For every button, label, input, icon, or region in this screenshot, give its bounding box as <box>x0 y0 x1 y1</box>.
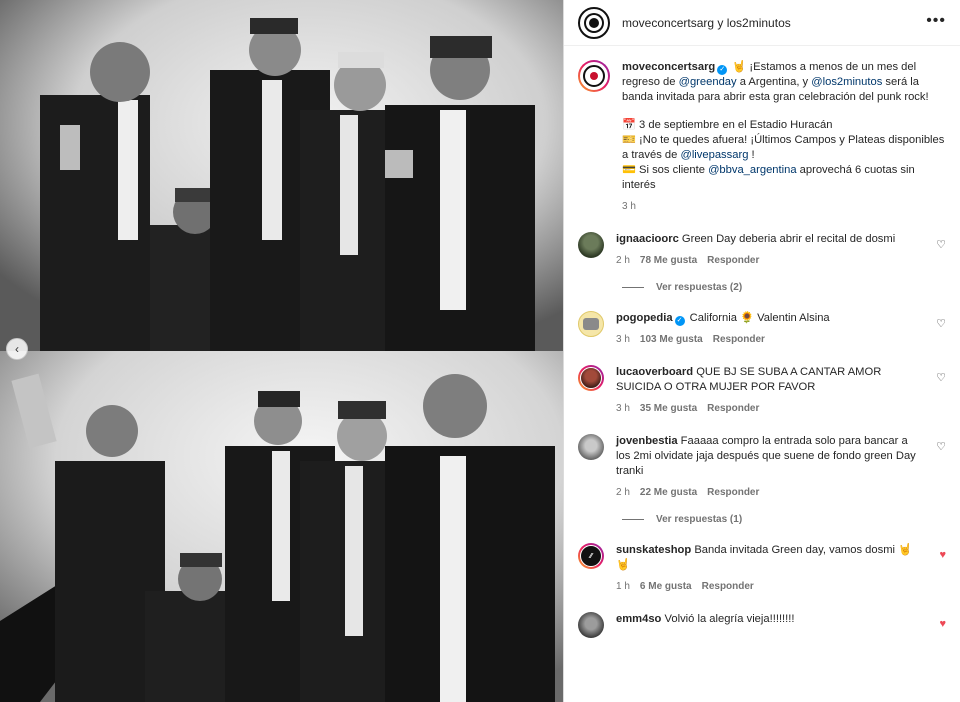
comment-likes[interactable]: 78 Me gusta <box>640 253 697 268</box>
reply-button[interactable]: Responder <box>702 579 754 594</box>
comment-avatar[interactable] <box>578 434 604 460</box>
view-replies-button[interactable]: Ver respuestas (1) <box>622 514 946 525</box>
comment-item: lucaoverboard QUE BJ SE SUBA A CANTAR AM… <box>578 365 946 416</box>
comment-item: ⁄⁄ sunskateshop Banda invitada Green day… <box>578 543 946 594</box>
sunskateshop-logo-icon: ⁄⁄ <box>580 545 602 567</box>
post-header: moveconcertsarg y los2minutos ••• <box>564 0 960 46</box>
heart-filled-icon[interactable]: ♥ <box>939 618 946 630</box>
replies-divider <box>622 519 644 520</box>
comment-username[interactable]: pogopedia <box>616 312 673 324</box>
band-photo-top <box>0 0 563 351</box>
heart-icon[interactable]: ♡ <box>936 371 946 384</box>
verified-badge-icon: ✓ <box>717 65 728 75</box>
comment-username[interactable]: emm4so <box>616 613 661 625</box>
comment-avatar[interactable] <box>578 311 604 337</box>
caption-tickets: 🎫 ¡No te quedes afuera! ¡Últimos Campos … <box>622 134 945 161</box>
comment-username[interactable]: ignaacioorc <box>616 233 679 245</box>
post-media[interactable]: ‹ <box>0 0 563 702</box>
comment-item: ignaacioorc Green Day deberia abrir el r… <box>578 232 946 268</box>
caption-bbva: 💳 Si sos cliente <box>622 164 709 176</box>
comment-time[interactable]: 3 h <box>616 332 630 347</box>
comment-text: Volvió la alegría vieja!!!!!!!! <box>664 613 795 625</box>
post-caption: moveconcertsarg ✓ 🤘 ¡Estamos a menos de u… <box>578 60 946 214</box>
author-names[interactable]: moveconcertsarg y los2minutos <box>622 16 791 30</box>
view-replies-label: Ver respuestas (2) <box>656 282 743 293</box>
heart-icon[interactable]: ♡ <box>936 238 946 251</box>
comment-username[interactable]: sunskateshop <box>616 544 691 556</box>
comment-time[interactable]: 1 h <box>616 579 630 594</box>
mention-bbva[interactable]: @bbva_argentina <box>708 164 797 176</box>
heart-icon[interactable]: ♡ <box>936 317 946 330</box>
heart-icon[interactable]: ♡ <box>936 440 946 453</box>
comments-list[interactable]: moveconcertsarg ✓ 🤘 ¡Estamos a menos de u… <box>564 46 960 702</box>
comment-likes[interactable]: 6 Me gusta <box>640 579 692 594</box>
heart-filled-icon[interactable]: ♥ <box>939 549 946 561</box>
reply-button[interactable]: Responder <box>713 332 765 347</box>
replies-divider <box>622 287 644 288</box>
band-photo-bottom <box>0 351 563 702</box>
comment-username[interactable]: lucaoverboard <box>616 366 693 378</box>
reply-button[interactable]: Responder <box>707 401 759 416</box>
caption-username[interactable]: moveconcertsarg <box>622 61 715 73</box>
caption-event: 📅 3 de septiembre en el Estadio Huracán <box>622 119 833 131</box>
view-replies-label: Ver respuestas (1) <box>656 514 743 525</box>
comment-avatar[interactable]: ⁄⁄ <box>578 543 604 569</box>
mention-greenday[interactable]: @greenday <box>679 76 737 88</box>
comment-text: Green Day deberia abrir el recital de do… <box>681 233 896 245</box>
view-replies-button[interactable]: Ver respuestas (2) <box>622 282 946 293</box>
comment-avatar[interactable] <box>578 232 604 258</box>
caption-time[interactable]: 3 h <box>622 199 946 214</box>
comment-likes[interactable]: 103 Me gusta <box>640 332 703 347</box>
caption-text-2: a Argentina, y <box>736 76 812 88</box>
caption-tickets-end: ! <box>748 149 755 161</box>
carousel-prev-icon[interactable]: ‹ <box>6 338 28 360</box>
verified-badge-icon: ✓ <box>674 316 685 326</box>
comment-likes[interactable]: 22 Me gusta <box>640 485 697 500</box>
author-avatar[interactable] <box>578 6 610 39</box>
post-sidebar: moveconcertsarg y los2minutos ••• moveco… <box>563 0 960 702</box>
mention-los2minutos[interactable]: @los2minutos <box>811 76 882 88</box>
comment-time[interactable]: 2 h <box>616 485 630 500</box>
reply-button[interactable]: Responder <box>707 253 759 268</box>
comment-username[interactable]: jovenbestia <box>616 435 678 447</box>
more-options-icon[interactable]: ••• <box>926 13 946 29</box>
comment-item: emm4so Volvió la alegría vieja!!!!!!!! ♥ <box>578 612 946 638</box>
instagram-post: ‹ moveconcertsarg y los2minutos ••• move… <box>0 0 960 702</box>
reply-button[interactable]: Responder <box>707 485 759 500</box>
comment-avatar[interactable] <box>578 365 604 391</box>
caption-avatar[interactable] <box>578 60 610 92</box>
comment-likes[interactable]: 35 Me gusta <box>640 401 697 416</box>
comment-text: California 🌻 Valentin Alsina <box>689 312 830 324</box>
comment-item: pogopedia ✓ California 🌻 Valentin Alsina … <box>578 311 946 347</box>
comment-time[interactable]: 2 h <box>616 253 630 268</box>
comment-item: jovenbestia Faaaaa compro la entrada sol… <box>578 434 946 500</box>
comment-avatar[interactable] <box>578 612 604 638</box>
mention-livepassarg[interactable]: @livepassarg <box>680 149 748 161</box>
comment-time[interactable]: 3 h <box>616 401 630 416</box>
